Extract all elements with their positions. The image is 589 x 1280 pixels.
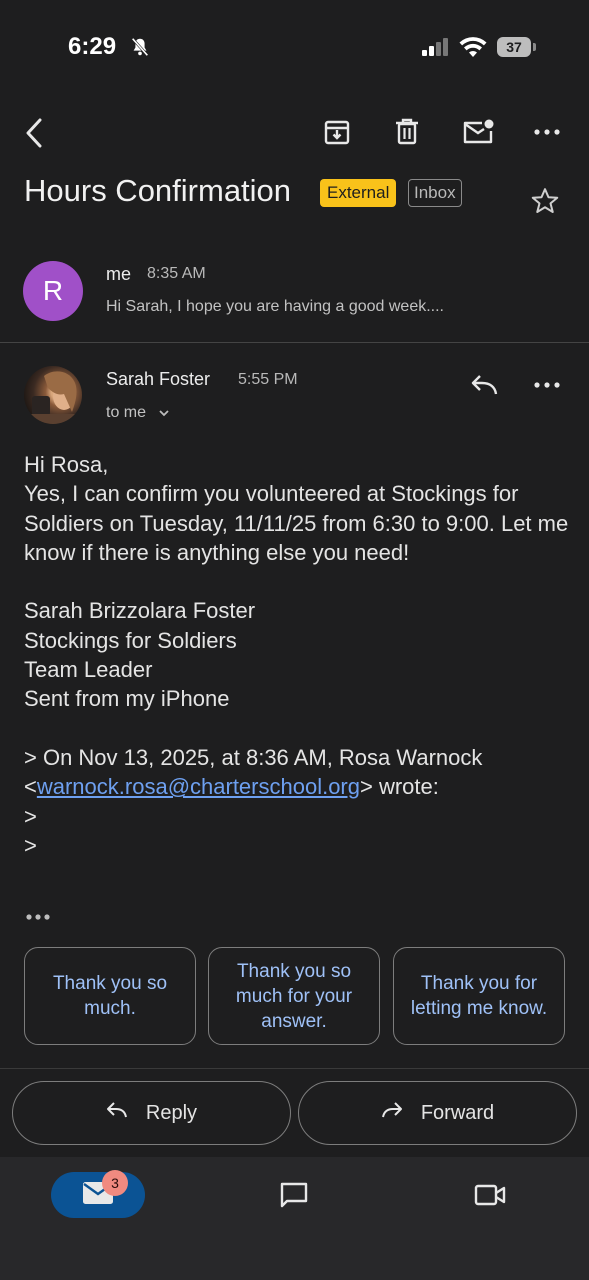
nav-chat-icon[interactable]	[274, 1175, 314, 1215]
nav-mail[interactable]	[51, 1172, 145, 1218]
signature-title: Team Leader	[24, 657, 153, 683]
message-time: 5:55 PM	[238, 371, 298, 388]
forward-button[interactable]: Forward	[298, 1081, 577, 1145]
unread-count-badge: 3	[102, 1170, 128, 1196]
message-text: Yes, I can confirm you volunteered at St…	[24, 481, 569, 565]
wifi-icon	[459, 36, 487, 62]
reply-label: Reply	[145, 1101, 198, 1124]
forward-icon	[381, 1101, 403, 1125]
reply-icon	[106, 1101, 128, 1125]
signature-device: Sent from my iPhone	[24, 686, 230, 712]
divider	[0, 1068, 589, 1069]
trash-icon[interactable]	[387, 112, 427, 152]
quote-prefix: > On Nov 13, 2025, at 8:36 AM, Rosa Warn…	[24, 744, 483, 770]
recipients-toggle[interactable]: to me	[106, 404, 170, 422]
message-snippet[interactable]: Hi Sarah, I hope you are having a good w…	[106, 298, 444, 316]
signature-org: Stockings for Soldiers	[24, 627, 237, 653]
nav-meet-icon[interactable]	[470, 1175, 510, 1215]
top-action-bar	[0, 95, 589, 173]
smart-reply-chip[interactable]: Thank you for letting me know.	[393, 947, 565, 1045]
external-label: External	[320, 179, 397, 207]
back-arrow-icon[interactable]	[14, 113, 54, 153]
email-link[interactable]: warnock.rosa@charterschool.org	[37, 774, 360, 799]
battery-icon: 37	[497, 37, 531, 57]
reply-button[interactable]: Reply	[12, 1081, 291, 1145]
smart-reply-chip[interactable]: Thank you so much for your answer.	[208, 947, 380, 1045]
smart-reply-chip[interactable]: Thank you so much.	[24, 947, 196, 1045]
sender-name[interactable]: Sarah Foster	[106, 369, 210, 390]
status-time: 6:29	[68, 33, 117, 60]
message-body: Hi Rosa, Yes, I can confirm you voluntee…	[24, 450, 569, 860]
status-bar: 6:29 37	[0, 0, 589, 95]
star-icon[interactable]	[525, 181, 565, 221]
divider	[0, 342, 589, 343]
quote-suffix: > wrote:	[360, 774, 439, 800]
more-options-icon[interactable]	[527, 112, 567, 152]
inbox-label[interactable]: Inbox	[408, 179, 462, 207]
quote-line: >	[24, 803, 37, 829]
mark-unread-icon[interactable]	[458, 112, 498, 152]
signature-name: Sarah Brizzolara Foster	[24, 598, 256, 624]
forward-label: Forward	[420, 1101, 495, 1124]
reply-icon[interactable]	[464, 365, 504, 405]
quote-header: > On Nov 13, 2025, at 8:36 AM, Rosa Warn…	[24, 744, 483, 800]
sender-name[interactable]: me	[106, 264, 131, 285]
avatar: R	[23, 261, 83, 321]
email-subject: Hours Confirmation	[24, 173, 292, 208]
avatar	[24, 366, 82, 424]
quote-line: >	[24, 832, 37, 858]
battery-tip	[533, 43, 536, 51]
greeting: Hi Rosa,	[24, 452, 109, 477]
message-time: 8:35 AM	[147, 265, 206, 282]
bell-muted-icon	[129, 36, 151, 63]
chevron-down-icon	[158, 404, 170, 422]
archive-icon[interactable]	[317, 112, 357, 152]
message-more-icon[interactable]	[527, 365, 567, 405]
recipients-label: to me	[106, 404, 147, 422]
signal-icon	[422, 38, 450, 61]
show-trimmed-icon[interactable]	[25, 908, 51, 926]
